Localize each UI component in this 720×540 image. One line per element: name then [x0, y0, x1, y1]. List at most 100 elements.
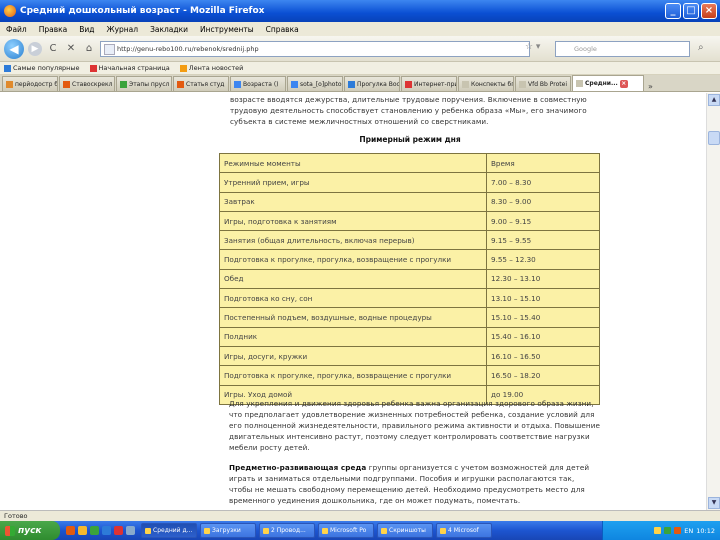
activity-cell: Игры, подготовка к занятиям	[219, 210, 487, 232]
taskbar-button-label: Загрузки	[212, 527, 241, 534]
taskbar: пуск Средний д... Загрузки 2 Провод... Micr…	[0, 521, 720, 540]
quick-launch	[60, 526, 141, 535]
vertical-scrollbar[interactable]: ▲ ▼	[706, 93, 720, 510]
tab-label: Конспекты бп	[471, 80, 514, 88]
close-button[interactable]: ×	[701, 3, 717, 19]
menu-file[interactable]: Файл	[6, 25, 27, 34]
quick-launch-icon[interactable]	[114, 526, 123, 535]
bookmark-icon	[4, 64, 11, 72]
reload-button[interactable]: C	[46, 42, 60, 56]
time-cell: 7.00 – 8.30	[486, 172, 600, 193]
tab[interactable]: Конспекты бп	[458, 76, 514, 91]
table-row: Игры, подготовка к занятиям 9.00 – 9.15	[219, 210, 600, 232]
stop-button[interactable]: ✕	[64, 42, 78, 56]
tab-favicon-icon	[462, 80, 469, 88]
tab[interactable]: Прогулка Вос	[344, 76, 400, 91]
menu-history[interactable]: Журнал	[107, 25, 139, 34]
window-title: Средний дошкольный возраст - Mozilla Fir…	[20, 6, 265, 16]
tab[interactable]: Возраста ()	[230, 76, 286, 91]
taskbar-button-label: Средний д...	[153, 527, 193, 534]
table-row: Обед 12.30 – 13.10	[219, 268, 600, 290]
intro-paragraph: возрасте вводятся дежурства, длительные …	[230, 95, 587, 126]
activity-cell: Подготовка ко сну, сон	[219, 288, 487, 309]
taskbar-button[interactable]: 4 Microsof	[436, 523, 492, 538]
time-cell: Время	[486, 152, 600, 174]
tab-label: Статья студ	[186, 80, 225, 88]
quick-launch-icon[interactable]	[78, 526, 87, 535]
menu-bookmarks[interactable]: Закладки	[150, 25, 188, 34]
tab[interactable]: перйодостр бп	[2, 76, 58, 91]
tab-label: Средни...	[585, 80, 618, 87]
tray-icon[interactable]	[654, 527, 662, 534]
menu-help[interactable]: Справка	[266, 25, 299, 34]
app-icon	[381, 527, 387, 534]
table-row: Подготовка к прогулке, прогулка, возвращ…	[219, 365, 600, 386]
firefox-icon	[4, 5, 16, 17]
tab-overflow-icon[interactable]: »	[645, 82, 656, 91]
tab[interactable]: Статья студ	[173, 76, 229, 91]
search-icon[interactable]: ⌕	[698, 42, 704, 53]
start-button[interactable]: пуск	[0, 521, 60, 540]
tab[interactable]: Этапы прусл	[116, 76, 172, 91]
tray-icon[interactable]	[674, 527, 682, 534]
language-indicator[interactable]: EN	[684, 527, 693, 535]
activity-cell: Игры, досуги, кружки	[219, 345, 487, 367]
search-input[interactable]: Google	[555, 41, 690, 57]
tab-label: Прогулка Вос	[357, 80, 400, 88]
tab-label: Возраста ()	[243, 80, 279, 88]
schedule-table: Режимные моменты Время Утренний прием, игр…	[219, 152, 600, 405]
url-bar[interactable]: http://genu-rebo100.ru/rebenok/srednij.p…	[100, 40, 530, 57]
back-button[interactable]: ◀	[4, 38, 24, 59]
bookmark-item[interactable]: Начальная страница	[89, 64, 170, 72]
home-button[interactable]: ⌂	[82, 42, 96, 56]
taskbar-button[interactable]: Microsoft Po	[318, 523, 374, 538]
activity-cell: Постепенный подъем, воздушные, водные пр…	[219, 307, 487, 328]
forward-button[interactable]: ▶	[28, 41, 42, 56]
time-cell: 9.15 – 9.55	[486, 230, 600, 251]
status-bar: Готово	[0, 510, 720, 521]
table-row: Постепенный подъем, воздушные, водные пр…	[219, 307, 600, 328]
scroll-up-icon[interactable]: ▲	[708, 94, 720, 106]
taskbar-button[interactable]: 2 Провод...	[259, 523, 315, 538]
tab-close-icon[interactable]: ×	[619, 79, 628, 88]
quick-launch-icon[interactable]	[90, 526, 99, 535]
activity-cell: Подготовка к прогулке, прогулка, возвращ…	[219, 249, 487, 270]
bookmark-star-icon[interactable]: ☆ ▾	[525, 42, 547, 56]
tab[interactable]: Ставоскрекл	[59, 76, 115, 91]
taskbar-button[interactable]: Загрузки	[200, 523, 256, 538]
scroll-thumb[interactable]	[708, 131, 720, 145]
taskbar-button-label: Microsoft Po	[330, 527, 367, 534]
tab[interactable]: sota_[o]photo	[287, 76, 343, 91]
quick-launch-icon[interactable]	[126, 526, 135, 535]
app-icon	[204, 527, 210, 534]
menu-view[interactable]: Вид	[79, 25, 94, 34]
table-row: Занятия (общая длительность, включая пер…	[219, 230, 600, 251]
window-controls: _ □ ×	[665, 3, 717, 19]
app-icon	[145, 527, 151, 534]
menu-tools[interactable]: Инструменты	[200, 25, 254, 34]
tray-icon[interactable]	[664, 527, 672, 534]
bookmark-item[interactable]: Самые популярные	[4, 64, 80, 72]
tab-active[interactable]: Средни... ×	[572, 75, 644, 91]
activity-cell: Подготовка к прогулке, прогулка, возвращ…	[219, 365, 487, 386]
time-cell: 16.50 – 18.20	[486, 365, 600, 386]
quick-launch-icon[interactable]	[66, 526, 75, 535]
tab[interactable]: Vfd Bb Protei	[515, 76, 571, 91]
task-buttons: Средний д... Загрузки 2 Провод... Microsoft…	[141, 523, 495, 538]
app-icon	[263, 527, 269, 534]
tab[interactable]: Интернет-при	[401, 76, 457, 91]
time-cell: 16.10 – 16.50	[486, 345, 600, 367]
minimize-button[interactable]: _	[665, 3, 681, 19]
taskbar-button[interactable]: Скриншоты	[377, 523, 433, 538]
app-icon	[322, 527, 328, 534]
quick-launch-icon[interactable]	[102, 526, 111, 535]
scroll-down-icon[interactable]: ▼	[708, 497, 720, 509]
menu-edit[interactable]: Правка	[39, 25, 68, 34]
bookmarks-toolbar: Самые популярные Начальная страница Лент…	[0, 62, 720, 75]
tab-label: sota_[o]photo	[300, 80, 342, 88]
taskbar-button-label: Скриншоты	[389, 527, 426, 534]
taskbar-button[interactable]: Средний д...	[141, 523, 197, 538]
bookmark-item[interactable]: Лента новостей	[179, 64, 243, 72]
maximize-button[interactable]: □	[683, 3, 699, 19]
tab-favicon-icon	[6, 80, 13, 88]
